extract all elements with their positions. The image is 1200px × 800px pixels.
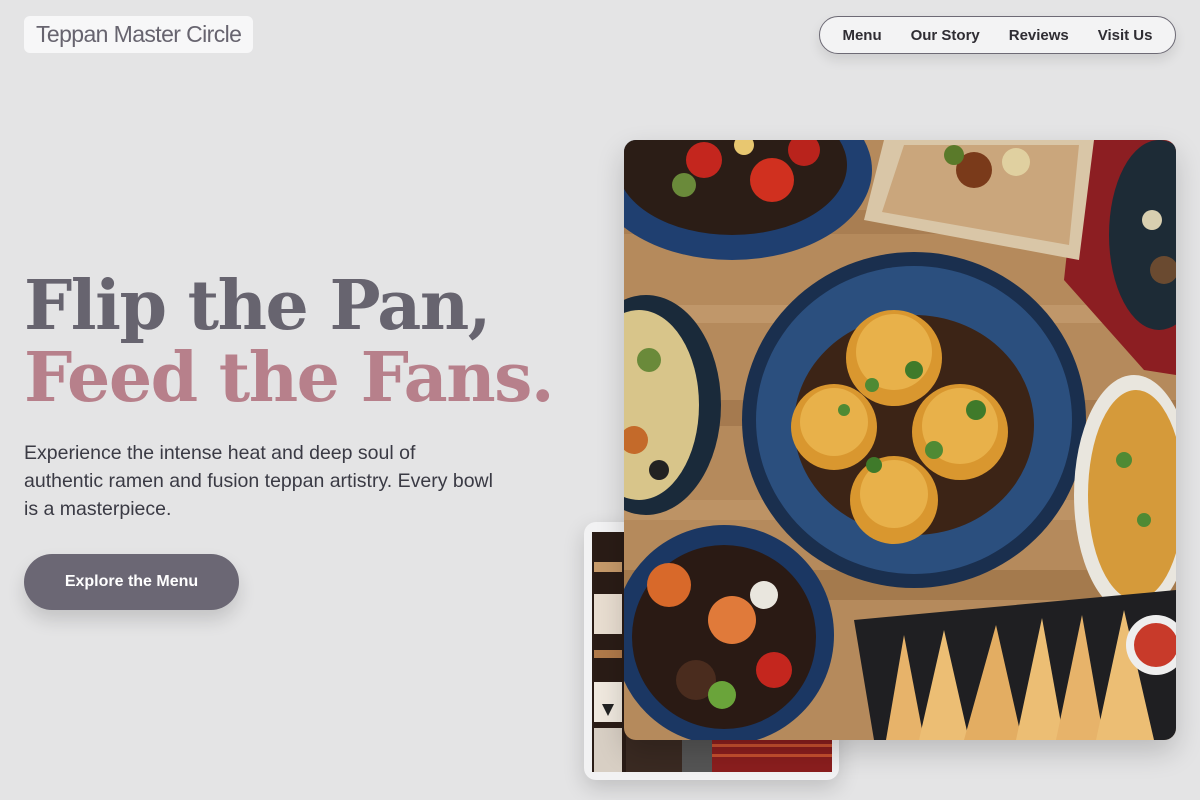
nav-link-our-story[interactable]: Our Story bbox=[911, 27, 980, 44]
nav-link-visit-us[interactable]: Visit Us bbox=[1098, 27, 1153, 44]
brand-logo[interactable]: Teppan Master Circle bbox=[24, 16, 254, 53]
main-nav: Menu Our Story Reviews Visit Us bbox=[819, 16, 1176, 54]
headline-line-1: Flip the Pan, bbox=[24, 266, 491, 346]
food-spread-photo bbox=[624, 140, 1176, 740]
hero-headline: Flip the Pan, Feed the Fans. bbox=[24, 266, 555, 418]
nav-link-menu[interactable]: Menu bbox=[842, 27, 881, 44]
brand-name: Teppan Master Circle bbox=[36, 21, 242, 47]
nav-link-reviews[interactable]: Reviews bbox=[1009, 27, 1069, 44]
headline-line-2: Feed the Fans. bbox=[24, 338, 555, 418]
food-spread-illustration bbox=[624, 140, 1176, 740]
landing-page: Teppan Master Circle Menu Our Story Revi… bbox=[0, 0, 1200, 800]
explore-menu-button[interactable]: Explore the Menu bbox=[24, 554, 239, 610]
hero-description: Experience the intense heat and deep sou… bbox=[24, 442, 493, 520]
